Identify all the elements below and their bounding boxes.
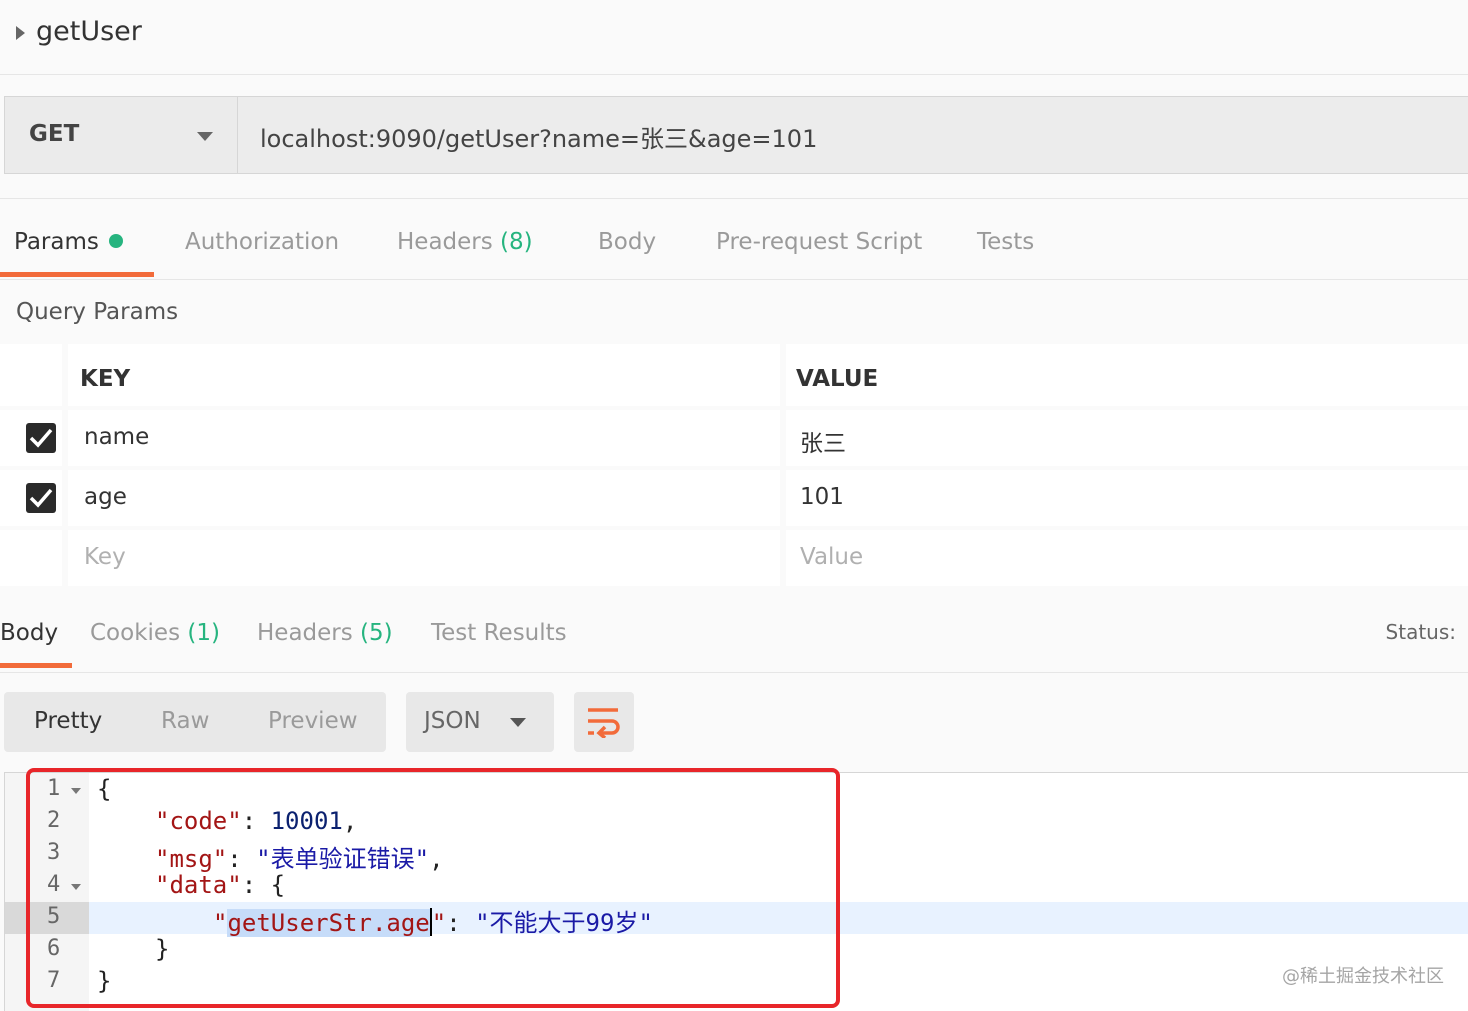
language-select[interactable]: JSON	[406, 692, 554, 752]
tab-response-headers-count: (5)	[360, 620, 393, 646]
tab-params-underline	[0, 272, 154, 277]
checkmark-icon	[29, 488, 53, 508]
tab-response-headers-label: Headers	[257, 620, 353, 646]
highlight-annotation-box	[26, 768, 840, 1008]
query-params-title: Query Params	[16, 299, 179, 325]
format-raw-button[interactable]: Raw	[161, 708, 209, 734]
row-checkbox[interactable]	[26, 483, 56, 513]
tab-tests[interactable]: Tests	[977, 229, 1034, 255]
table-row-check-cell	[0, 410, 62, 466]
tab-pre-request-script[interactable]: Pre-request Script	[716, 229, 922, 255]
key-column-header: KEY	[80, 366, 131, 392]
response-tabs: Body Cookies (1) Headers (5) Test Result…	[0, 590, 1468, 673]
param-value: 张三	[800, 431, 846, 457]
query-params-table: KEY VALUE name 张三 age 101 Key Value	[0, 344, 1468, 588]
chevron-down-icon	[197, 132, 213, 141]
table-row-check-cell	[0, 470, 62, 526]
chevron-down-icon	[510, 718, 526, 727]
wrap-lines-icon	[588, 708, 620, 738]
tab-params-label: Params	[14, 229, 99, 255]
status-label: Status:	[1385, 620, 1456, 644]
method-label: GET	[29, 121, 80, 147]
tab-body[interactable]: Body	[598, 229, 656, 255]
tab-headers[interactable]: Headers (8)	[397, 229, 533, 255]
expand-caret-icon[interactable]	[16, 26, 25, 40]
param-value: 101	[800, 484, 844, 510]
param-key-cell[interactable]: name	[68, 410, 780, 466]
request-title-bar: getUser	[0, 0, 1468, 75]
new-key-input[interactable]: Key	[68, 530, 780, 586]
table-header-value-cell: VALUE	[786, 344, 1468, 406]
tab-response-headers[interactable]: Headers (5)	[257, 620, 393, 646]
tab-cookies-count: (1)	[187, 620, 220, 646]
tab-cookies-label: Cookies	[90, 620, 181, 646]
tab-response-body[interactable]: Body	[0, 620, 58, 646]
value-placeholder: Value	[800, 544, 864, 570]
format-toggle-group: Pretty Raw Preview	[4, 692, 386, 752]
url-input[interactable]: localhost:9090/getUser?name=张三&age=101	[238, 97, 1468, 173]
format-preview-button[interactable]: Preview	[268, 708, 358, 734]
param-key: name	[84, 424, 150, 450]
url-bar: GET localhost:9090/getUser?name=张三&age=1…	[4, 96, 1468, 174]
request-name[interactable]: getUser	[36, 16, 142, 47]
tab-headers-label: Headers	[397, 229, 493, 255]
url-text: localhost:9090/getUser?name=张三&age=101	[260, 125, 818, 153]
new-value-input[interactable]: Value	[786, 530, 1468, 586]
param-key: age	[84, 484, 127, 510]
watermark: @稀土掘金技术社区	[1282, 966, 1444, 987]
request-tabs: Params Authorization Headers (8) Body Pr…	[0, 198, 1468, 280]
value-column-header: VALUE	[796, 366, 879, 392]
table-header-check-cell	[0, 344, 62, 406]
tab-authorization[interactable]: Authorization	[185, 229, 339, 255]
table-row-check-cell	[0, 530, 62, 586]
tab-params[interactable]: Params	[14, 229, 123, 255]
method-select[interactable]: GET	[5, 97, 238, 173]
tab-headers-count: (8)	[500, 229, 533, 255]
params-active-dot-icon	[108, 234, 123, 248]
row-checkbox[interactable]	[26, 423, 56, 453]
tab-test-results[interactable]: Test Results	[431, 620, 567, 646]
language-label: JSON	[424, 708, 481, 734]
param-value-cell[interactable]: 张三	[786, 410, 1468, 466]
wrap-lines-button[interactable]	[574, 692, 634, 752]
param-value-cell[interactable]: 101	[786, 470, 1468, 526]
format-pretty-button[interactable]: Pretty	[34, 708, 102, 734]
table-header-key-cell: KEY	[68, 344, 780, 406]
param-key-cell[interactable]: age	[68, 470, 780, 526]
key-placeholder: Key	[84, 544, 126, 570]
tab-response-body-underline	[0, 663, 72, 668]
tab-cookies[interactable]: Cookies (1)	[90, 620, 220, 646]
checkmark-icon	[29, 428, 53, 448]
